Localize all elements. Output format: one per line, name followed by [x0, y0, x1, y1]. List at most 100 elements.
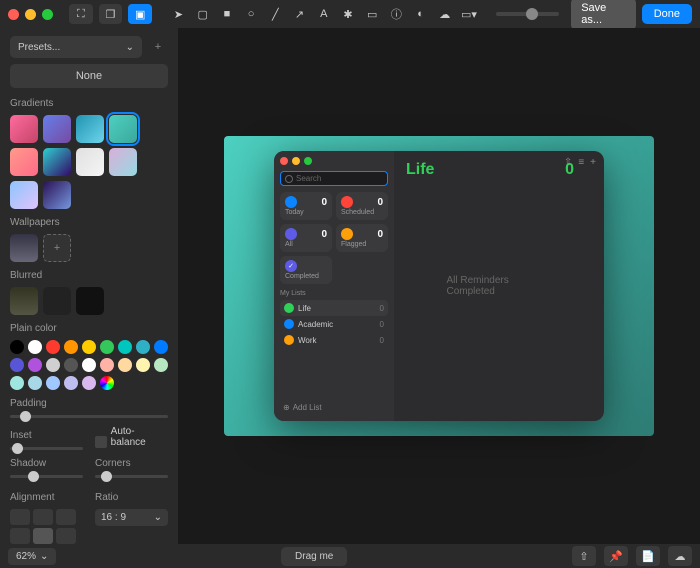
- line-icon[interactable]: ╱: [266, 4, 284, 24]
- gradient-swatch[interactable]: [109, 148, 137, 176]
- canvas[interactable]: Search 0Today0Scheduled0All0Flagged ✓ Co…: [178, 28, 700, 544]
- close-icon[interactable]: [280, 157, 288, 165]
- text-icon[interactable]: A: [315, 4, 333, 24]
- color-swatch[interactable]: [64, 376, 78, 390]
- shadow-slider[interactable]: [10, 475, 83, 478]
- list-name: Academic: [298, 320, 333, 329]
- color-swatch[interactable]: [10, 358, 24, 372]
- corners-slider[interactable]: [95, 475, 168, 478]
- color-swatch[interactable]: [46, 376, 60, 390]
- cloud-icon[interactable]: ☁: [436, 4, 454, 24]
- add-wallpaper-button[interactable]: +: [43, 234, 71, 262]
- color-swatch[interactable]: [28, 376, 42, 390]
- close-icon[interactable]: [8, 9, 19, 20]
- add-preset-button[interactable]: +: [148, 36, 168, 58]
- gradient-swatch[interactable]: [43, 181, 71, 209]
- zoom-select[interactable]: 62%⌄: [8, 548, 56, 565]
- color-swatch[interactable]: [100, 376, 114, 390]
- color-swatch[interactable]: [136, 340, 150, 354]
- fill-rect-icon[interactable]: ■: [218, 4, 236, 24]
- color-swatch[interactable]: [136, 358, 150, 372]
- pin-icon[interactable]: 📌: [604, 546, 628, 566]
- align-btn[interactable]: [10, 509, 30, 525]
- gradient-swatch[interactable]: [10, 115, 38, 143]
- circle-icon[interactable]: ○: [242, 4, 260, 24]
- zoom-slider[interactable]: [496, 12, 560, 16]
- arrow-icon[interactable]: ↗: [290, 4, 308, 24]
- none-button[interactable]: None: [10, 64, 168, 88]
- minimize-icon[interactable]: [292, 157, 300, 165]
- rect-icon[interactable]: ▢: [194, 4, 212, 24]
- color-swatch[interactable]: [46, 340, 60, 354]
- done-button[interactable]: Done: [642, 4, 692, 24]
- color-swatch[interactable]: [100, 358, 114, 372]
- list-item[interactable]: Life0: [280, 300, 388, 316]
- save-button[interactable]: Save as...: [571, 0, 636, 30]
- color-swatch[interactable]: [64, 358, 78, 372]
- gradient-swatch[interactable]: [109, 115, 137, 143]
- presets-select[interactable]: Presets...⌄: [10, 36, 142, 58]
- number-icon[interactable]: ▭: [363, 4, 381, 24]
- color-swatch[interactable]: [154, 340, 168, 354]
- add-icon[interactable]: +: [590, 157, 596, 168]
- color-swatch[interactable]: [10, 376, 24, 390]
- color-swatch[interactable]: [28, 358, 42, 372]
- image-tool[interactable]: ▣: [128, 4, 152, 24]
- align-btn[interactable]: [56, 528, 76, 544]
- upload-icon[interactable]: ☁: [668, 546, 692, 566]
- align-btn[interactable]: [10, 528, 30, 544]
- align-btn[interactable]: [33, 509, 53, 525]
- color-swatch[interactable]: [82, 358, 96, 372]
- ratio-select[interactable]: 16 : 9⌄: [95, 509, 168, 526]
- info-icon[interactable]: ⓘ: [387, 4, 405, 24]
- maximize-icon[interactable]: [42, 9, 53, 20]
- gradient-swatch[interactable]: [10, 148, 38, 176]
- color-swatch[interactable]: [100, 340, 114, 354]
- maximize-icon[interactable]: [304, 157, 312, 165]
- color-swatch[interactable]: [46, 358, 60, 372]
- color-swatch[interactable]: [82, 376, 96, 390]
- search-input[interactable]: Search: [280, 171, 388, 186]
- blur-icon[interactable]: ✱: [339, 4, 357, 24]
- align-btn[interactable]: [56, 509, 76, 525]
- blurred-swatch[interactable]: [10, 287, 38, 315]
- gradient-swatch[interactable]: [76, 115, 104, 143]
- color-swatch[interactable]: [118, 358, 132, 372]
- list-item[interactable]: Work0: [280, 332, 388, 348]
- drag-button[interactable]: Drag me: [281, 547, 347, 566]
- padding-label: Padding: [10, 398, 168, 409]
- blurred-swatch[interactable]: [43, 287, 71, 315]
- color-swatch[interactable]: [118, 340, 132, 354]
- gradient-swatch[interactable]: [76, 148, 104, 176]
- copy-icon[interactable]: 📄: [636, 546, 660, 566]
- list-item[interactable]: Academic0: [280, 316, 388, 332]
- color-swatch[interactable]: [64, 340, 78, 354]
- category-today[interactable]: 0Today: [280, 192, 332, 220]
- category-all[interactable]: 0All: [280, 224, 332, 252]
- gradient-swatch[interactable]: [43, 115, 71, 143]
- padding-slider[interactable]: [10, 415, 168, 418]
- wallpaper-swatch[interactable]: [10, 234, 38, 262]
- device-icon[interactable]: ▭▾: [460, 4, 478, 24]
- menu-icon[interactable]: ≡: [578, 157, 584, 168]
- completed-category[interactable]: ✓ Completed: [280, 256, 332, 284]
- pointer-icon[interactable]: ➤: [169, 4, 187, 24]
- add-list-button[interactable]: ⊕Add List: [280, 400, 388, 415]
- category-scheduled[interactable]: 0Scheduled: [336, 192, 388, 220]
- color-swatch[interactable]: [82, 340, 96, 354]
- minimize-icon[interactable]: [25, 9, 36, 20]
- gradient-swatch[interactable]: [43, 148, 71, 176]
- layers-tool[interactable]: ❐: [99, 4, 123, 24]
- inset-slider[interactable]: [10, 447, 83, 450]
- color-swatch[interactable]: [28, 340, 42, 354]
- category-flagged[interactable]: 0Flagged: [336, 224, 388, 252]
- blurred-swatch[interactable]: [76, 287, 104, 315]
- color-swatch[interactable]: [154, 358, 168, 372]
- crop-tool[interactable]: ⛶: [69, 4, 93, 24]
- export-icon[interactable]: ⇧: [572, 546, 596, 566]
- color-swatch[interactable]: [10, 340, 24, 354]
- align-btn[interactable]: [33, 528, 53, 544]
- gradient-swatch[interactable]: [10, 181, 38, 209]
- redact-icon[interactable]: ◐: [411, 4, 429, 24]
- autobalance-checkbox[interactable]: [95, 436, 107, 448]
